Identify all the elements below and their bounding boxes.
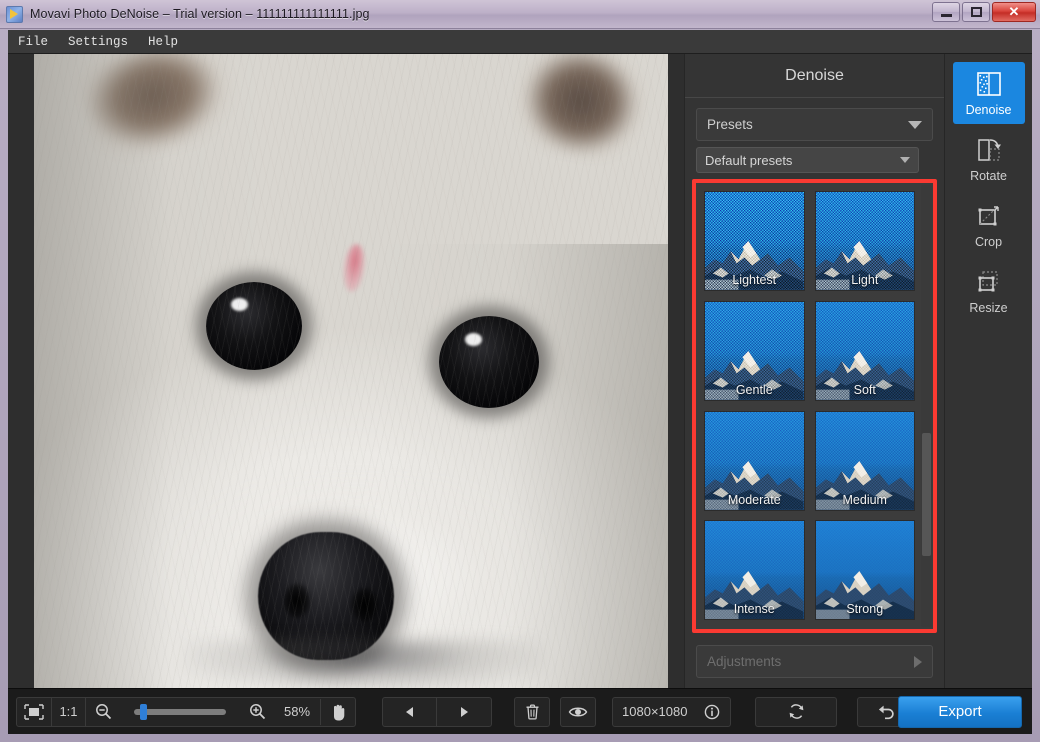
preset-moderate[interactable]: Moderate xyxy=(704,410,805,511)
delete-group xyxy=(514,696,551,727)
crop-icon xyxy=(978,205,999,225)
adjustments-section-header[interactable]: Adjustments xyxy=(696,645,933,678)
chevron-down-icon xyxy=(908,120,922,129)
trash-icon xyxy=(526,704,539,720)
previous-image-icon xyxy=(405,706,413,717)
preset-label: Light xyxy=(851,273,879,287)
next-image-icon xyxy=(461,706,469,717)
tool-rail: Denoise Rotate Crop Resize xyxy=(944,54,1032,688)
tool-crop[interactable]: Crop xyxy=(953,194,1025,256)
menu-item-help[interactable]: Help xyxy=(138,32,188,52)
navigation-group xyxy=(382,696,493,727)
fit-to-screen-button[interactable] xyxy=(17,697,52,726)
delete-button[interactable] xyxy=(515,698,549,726)
maximize-icon xyxy=(970,7,982,17)
preset-label: Gentle xyxy=(735,382,773,397)
info-icon xyxy=(705,704,720,719)
presets-highlight-box: Lightest Light Gentle Soft Moderate Medi… xyxy=(692,179,937,633)
menu-item-settings[interactable]: Settings xyxy=(58,32,138,52)
resize-icon xyxy=(978,270,998,291)
preset-label: Intense xyxy=(733,602,775,617)
denoise-icon xyxy=(976,71,1001,96)
actual-size-button[interactable]: 1:1 xyxy=(52,697,86,726)
chevron-down-icon xyxy=(900,157,910,163)
tool-resize[interactable]: Resize xyxy=(953,260,1025,322)
presets-scrollbar-thumb[interactable] xyxy=(922,432,931,557)
preset-lightest[interactable]: Lightest xyxy=(704,191,805,291)
preset-intense[interactable]: Intense xyxy=(704,520,805,621)
zoom-out-icon xyxy=(95,704,111,720)
bottom-toolbar: 1:1 58% 1080×1080 Export xyxy=(8,688,1032,734)
tool-denoise-label: Denoise xyxy=(965,102,1012,117)
zoom-slider-wrap[interactable] xyxy=(120,698,240,726)
minimize-icon xyxy=(940,14,952,17)
image-size-value: 1080×1080 xyxy=(622,704,688,719)
adjustments-section-label: Adjustments xyxy=(707,654,782,669)
presets-section-label: Presets xyxy=(707,117,753,132)
menu-item-file[interactable]: File xyxy=(8,32,58,52)
minimize-button[interactable] xyxy=(932,2,960,22)
tool-crop-label: Crop xyxy=(974,234,1003,249)
previous-image-button[interactable] xyxy=(383,697,438,726)
preset-label: Lightest xyxy=(732,273,777,287)
preset-strong[interactable]: Strong xyxy=(814,520,915,621)
zoom-slider[interactable] xyxy=(134,703,226,720)
reset-icon xyxy=(789,704,804,719)
preset-light[interactable]: Light xyxy=(814,191,915,291)
presets-grid: Lightest Light Gentle Soft Moderate Medi… xyxy=(696,183,933,629)
zoom-level-value: 58% xyxy=(284,704,311,719)
presets-section-header[interactable]: Presets xyxy=(696,108,933,141)
compare-group xyxy=(560,696,597,727)
image-canvas[interactable] xyxy=(8,54,684,688)
next-image-button[interactable] xyxy=(437,698,491,726)
rotate-icon xyxy=(977,138,1001,161)
zoom-in-icon xyxy=(249,704,265,720)
chevron-right-icon xyxy=(914,655,922,668)
fit-to-screen-icon xyxy=(24,703,44,720)
preset-label: Moderate xyxy=(727,492,781,507)
zoom-in-button[interactable] xyxy=(240,698,274,726)
hand-tool-button[interactable] xyxy=(321,698,355,726)
compare-button[interactable] xyxy=(561,698,595,726)
zoom-slider-thumb[interactable] xyxy=(140,703,148,720)
zoom-controls-group: 1:1 58% xyxy=(16,696,357,727)
undo-icon xyxy=(879,705,895,719)
eye-compare-icon xyxy=(568,707,588,716)
export-button[interactable]: Export xyxy=(898,695,1022,728)
tool-denoise[interactable]: Denoise xyxy=(952,62,1025,124)
presets-dropdown[interactable]: Default presets xyxy=(696,147,919,173)
presets-body: Default presets Lightest Light Gentle So… xyxy=(692,147,937,633)
maximize-button[interactable] xyxy=(962,2,990,22)
close-button[interactable]: ✕ xyxy=(992,2,1036,22)
zoom-out-button[interactable] xyxy=(86,698,120,726)
denoise-panel: Denoise Presets Default presets Lightest xyxy=(684,54,944,688)
preset-medium[interactable]: Medium xyxy=(814,410,915,511)
app-body: Denoise Presets Default presets Lightest xyxy=(8,54,1032,688)
window-title: Movavi Photo DeNoise – Trial version – 1… xyxy=(30,7,370,21)
title-bar: Movavi Photo DeNoise – Trial version – 1… xyxy=(0,0,1040,29)
tool-rotate-label: Rotate xyxy=(970,168,1007,183)
reset-button[interactable] xyxy=(756,698,836,726)
presets-dropdown-value: Default presets xyxy=(705,152,793,168)
movavi-logo-icon xyxy=(6,5,23,23)
window-controls: ✕ xyxy=(932,2,1036,22)
hand-tool-icon xyxy=(333,704,344,720)
tool-resize-label: Resize xyxy=(969,300,1008,315)
preset-gentle[interactable]: Gentle xyxy=(704,300,805,401)
preset-label: Medium xyxy=(842,492,887,507)
image-info-button[interactable] xyxy=(696,698,730,726)
tool-rotate[interactable]: Rotate xyxy=(953,128,1025,190)
preset-soft[interactable]: Soft xyxy=(814,300,915,401)
panel-title: Denoise xyxy=(685,54,944,98)
application-window: Movavi Photo DeNoise – Trial version – 1… xyxy=(0,0,1040,742)
menu-bar: File Settings Help xyxy=(8,30,1032,54)
preset-label: Soft xyxy=(853,382,876,397)
dog-photo xyxy=(34,54,668,688)
image-size-group: 1080×1080 xyxy=(612,696,732,727)
presets-scrollbar[interactable] xyxy=(921,185,932,627)
preset-label: Strong xyxy=(846,602,884,617)
reset-group xyxy=(755,696,838,727)
fur-texture-overlay xyxy=(34,54,668,688)
